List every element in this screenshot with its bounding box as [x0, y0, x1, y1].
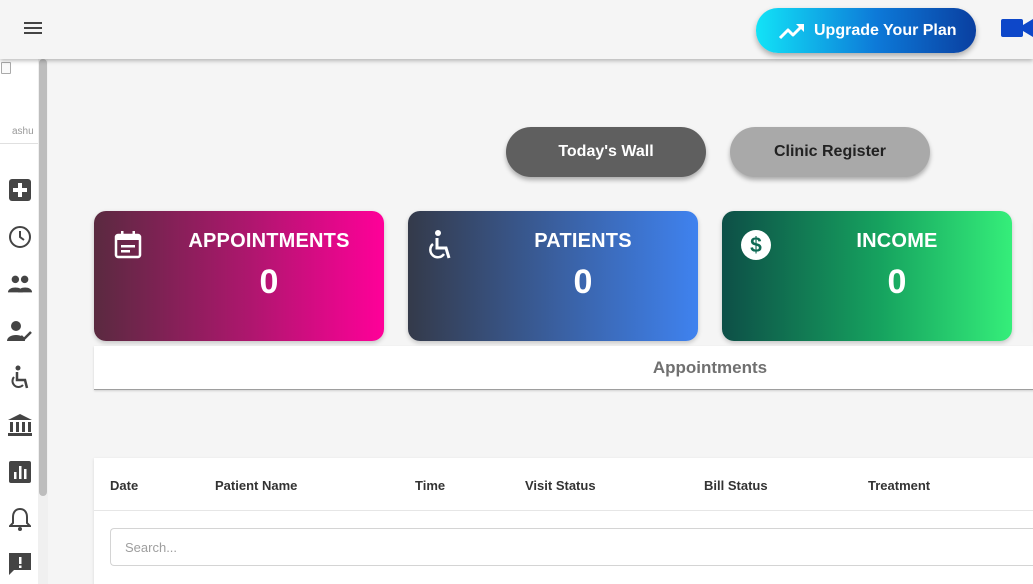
- search-input[interactable]: [110, 528, 1033, 566]
- user-name: ashu: [12, 126, 34, 137]
- appointments-card[interactable]: APPOINTMENTS 0: [94, 211, 384, 341]
- video-camera-icon[interactable]: [1001, 17, 1033, 39]
- feedback-icon[interactable]: [7, 551, 33, 577]
- appointments-card-value: 0: [259, 263, 279, 301]
- clinic-register-button[interactable]: Clinic Register: [730, 127, 930, 177]
- table-header: Date Patient Name Time Visit Status Bill…: [94, 458, 1033, 511]
- top-app-bar: Upgrade Your Plan: [0, 0, 1033, 59]
- column-header-time[interactable]: Time: [415, 478, 445, 493]
- patients-card[interactable]: PATIENTS 0: [408, 211, 698, 341]
- column-header-patient-name[interactable]: Patient Name: [215, 478, 297, 493]
- medical-cross-icon[interactable]: [7, 177, 33, 203]
- hamburger-menu-icon[interactable]: [24, 19, 44, 37]
- sidebar-scrollbar-thumb[interactable]: [39, 59, 47, 496]
- people-icon[interactable]: [7, 271, 33, 297]
- appointments-table: Date Patient Name Time Visit Status Bill…: [94, 458, 1033, 584]
- appointments-card-title: APPOINTMENTS: [188, 230, 350, 252]
- user-check-icon[interactable]: [7, 318, 33, 344]
- main-content: Today's Wall Clinic Register APPOINTMENT…: [48, 59, 1033, 584]
- column-header-date[interactable]: Date: [110, 478, 138, 493]
- income-card-title: INCOME: [856, 230, 938, 252]
- wheelchair-icon: [426, 229, 458, 261]
- income-card[interactable]: $ INCOME 0: [722, 211, 1012, 341]
- bank-icon[interactable]: [7, 412, 33, 438]
- bell-icon[interactable]: [7, 506, 33, 532]
- bar-chart-icon[interactable]: [7, 459, 33, 485]
- tab-appointments[interactable]: Appointments: [94, 346, 1033, 390]
- dollar-icon: $: [740, 229, 772, 261]
- user-avatar-image: [1, 62, 11, 74]
- trending-up-icon: [778, 21, 806, 41]
- calendar-icon: [112, 229, 144, 261]
- sidebar-divider: [0, 143, 38, 144]
- clock-icon[interactable]: [7, 224, 33, 250]
- column-header-bill-status[interactable]: Bill Status: [704, 478, 768, 493]
- sidebar-scrollbar[interactable]: [38, 59, 48, 584]
- patients-card-title: PATIENTS: [534, 230, 632, 252]
- svg-text:$: $: [750, 234, 762, 257]
- income-card-value: 0: [887, 263, 907, 301]
- sidebar: ashu: [0, 59, 48, 584]
- upgrade-plan-button[interactable]: Upgrade Your Plan: [756, 8, 976, 53]
- todays-wall-button[interactable]: Today's Wall: [506, 127, 706, 177]
- column-header-visit-status[interactable]: Visit Status: [525, 478, 596, 493]
- column-header-treatment[interactable]: Treatment: [868, 478, 930, 493]
- upgrade-plan-label: Upgrade Your Plan: [814, 21, 957, 39]
- patients-card-value: 0: [573, 263, 593, 301]
- wheelchair-icon[interactable]: [7, 365, 33, 391]
